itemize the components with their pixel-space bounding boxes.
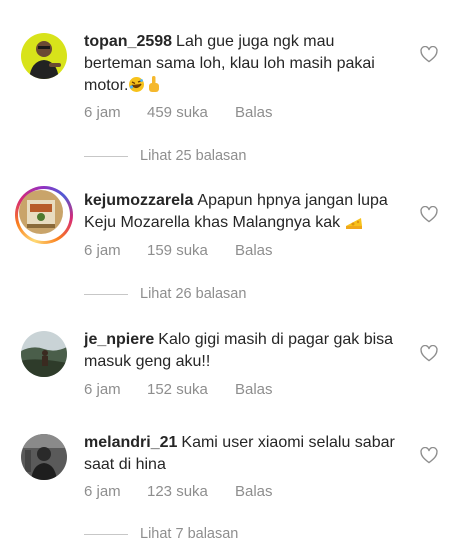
- comment-likes[interactable]: 152 suka: [147, 381, 233, 398]
- comment-username[interactable]: topan_2598: [84, 33, 172, 50]
- view-replies-label: Lihat 25 balasan: [140, 148, 247, 164]
- avatar[interactable]: [21, 33, 67, 79]
- comment-username[interactable]: je_npiere: [84, 331, 154, 348]
- avatar[interactable]: [21, 331, 67, 377]
- divider-line: [84, 293, 128, 295]
- reply-button[interactable]: Balas: [235, 381, 273, 398]
- pointing-up-emoji-icon: [147, 75, 161, 100]
- comment-text: je_npiere Kalo gigi masih di pagar gak bi…: [84, 329, 404, 373]
- reply-button[interactable]: Balas: [235, 483, 273, 500]
- rolling-laughing-emoji-icon: [128, 76, 145, 100]
- heart-icon[interactable]: [420, 447, 438, 464]
- comment-text: topan_2598 Lah gue juga ngk mau berteman …: [84, 31, 404, 100]
- cheese-emoji-icon: [345, 214, 363, 237]
- avatar[interactable]: [21, 434, 67, 480]
- heart-icon[interactable]: [420, 345, 438, 362]
- divider-line: [84, 155, 128, 157]
- reply-button[interactable]: Balas: [235, 104, 273, 121]
- comment-time: 6 jam: [84, 381, 121, 398]
- comment-meta: 6 jam 123 suka Balas: [84, 483, 273, 500]
- comment-meta: 6 jam 152 suka Balas: [84, 381, 273, 398]
- view-replies-button[interactable]: Lihat 25 balasan: [84, 148, 246, 164]
- comment-username[interactable]: kejumozzarela: [84, 192, 193, 209]
- avatar[interactable]: [15, 186, 73, 244]
- comment-text: kejumozzarela Apapun hpnya jangan lupa Ke…: [84, 190, 404, 237]
- view-replies-label: Lihat 26 balasan: [140, 286, 247, 302]
- avatar-image-icon: [21, 33, 67, 79]
- comment-time: 6 jam: [84, 104, 121, 121]
- comment-meta: 6 jam 159 suka Balas: [84, 242, 273, 259]
- comment-time: 6 jam: [84, 483, 121, 500]
- avatar-image-icon: [21, 434, 67, 480]
- comment-username[interactable]: melandri_21: [84, 434, 177, 451]
- reply-button[interactable]: Balas: [235, 242, 273, 259]
- heart-icon[interactable]: [420, 206, 438, 223]
- cheese-product-icon: [19, 190, 63, 234]
- divider-line: [84, 533, 128, 535]
- comment-meta: 6 jam 459 suka Balas: [84, 104, 273, 121]
- avatar-image-icon: [21, 331, 67, 377]
- comment-likes[interactable]: 459 suka: [147, 104, 233, 121]
- view-replies-button[interactable]: Lihat 26 balasan: [84, 286, 246, 302]
- comment-time: 6 jam: [84, 242, 121, 259]
- avatar-image: [19, 190, 63, 234]
- comment-likes[interactable]: 123 suka: [147, 483, 233, 500]
- heart-icon[interactable]: [420, 46, 438, 63]
- comment-text: melandri_21 Kami user xiaomi selalu sabar…: [84, 432, 404, 476]
- comment-likes[interactable]: 159 suka: [147, 242, 233, 259]
